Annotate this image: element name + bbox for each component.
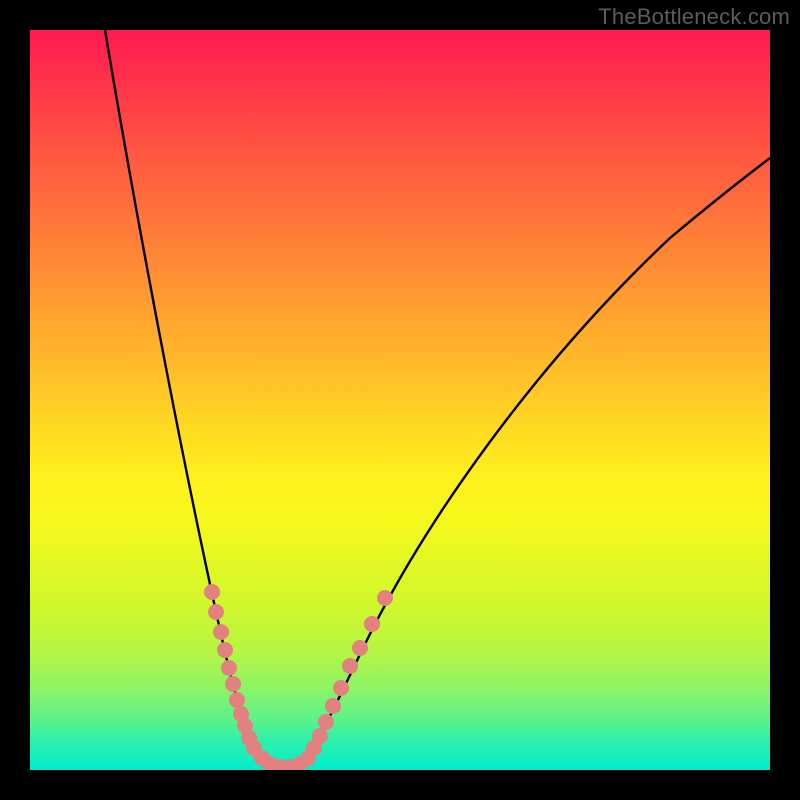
bottleneck-curve	[105, 30, 770, 764]
data-dot	[225, 676, 241, 692]
data-dot	[325, 698, 341, 714]
data-dot	[204, 584, 220, 600]
data-dot	[377, 590, 393, 606]
plot-area	[30, 30, 770, 770]
curve-overlay	[30, 30, 770, 770]
data-dot	[364, 616, 380, 632]
data-dot	[318, 714, 334, 730]
data-dot	[342, 658, 358, 674]
data-dot	[352, 640, 368, 656]
dot-cluster-left	[204, 584, 262, 756]
data-dot	[208, 604, 224, 620]
chart-canvas: TheBottleneck.com	[0, 0, 800, 800]
watermark-text: TheBottleneck.com	[598, 4, 790, 30]
data-dot	[229, 692, 245, 708]
data-dot	[213, 624, 229, 640]
data-dot	[217, 642, 233, 658]
data-dot	[333, 680, 349, 696]
dot-cluster-floor	[254, 750, 316, 770]
data-dot	[221, 660, 237, 676]
data-dot	[312, 728, 328, 744]
